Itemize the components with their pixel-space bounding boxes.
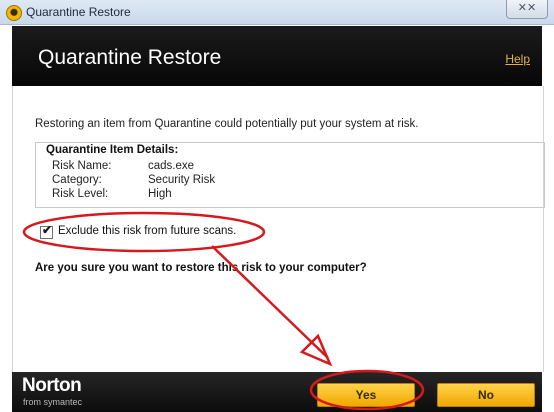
window-titlebar: Quarantine Restore ✕✕ [0, 0, 554, 25]
norton-app-icon [6, 5, 22, 21]
dialog-footer: Norton from symantec Yes No [12, 372, 542, 412]
restore-confirmation-question: Are you sure you want to restore this ri… [35, 262, 367, 274]
risk-level-value: High [148, 188, 172, 200]
exclude-risk-label[interactable]: Exclude this risk from future scans. [58, 225, 236, 237]
window-title: Quarantine Restore [26, 5, 131, 19]
checkmark-icon: ✔ [42, 223, 53, 237]
help-link[interactable]: Help [505, 52, 530, 66]
dialog-body: Restoring an item from Quarantine could … [12, 86, 545, 372]
risk-level-label: Risk Level: [52, 188, 109, 200]
dialog-header: Quarantine Restore Help [12, 26, 542, 86]
page-title: Quarantine Restore [38, 46, 222, 69]
close-icon: ✕✕ [517, 2, 537, 14]
no-button[interactable]: No [437, 383, 535, 407]
category-label: Category: [52, 174, 102, 186]
close-button[interactable]: ✕✕ [506, 0, 548, 19]
category-value: Security Risk [148, 174, 216, 186]
norton-logo: Norton [22, 375, 82, 396]
warning-message: Restoring an item from Quarantine could … [35, 118, 419, 130]
exclude-risk-checkbox[interactable]: ✔ [40, 223, 53, 239]
quarantine-details-box: Quarantine Item Details: Risk Name: cads… [35, 142, 545, 208]
norton-logo-subtitle: from symantec [23, 397, 83, 407]
yes-button[interactable]: Yes [317, 383, 415, 407]
details-heading: Quarantine Item Details: [46, 144, 179, 156]
risk-name-label: Risk Name: [52, 160, 112, 172]
risk-name-value: cads.exe [148, 160, 195, 172]
